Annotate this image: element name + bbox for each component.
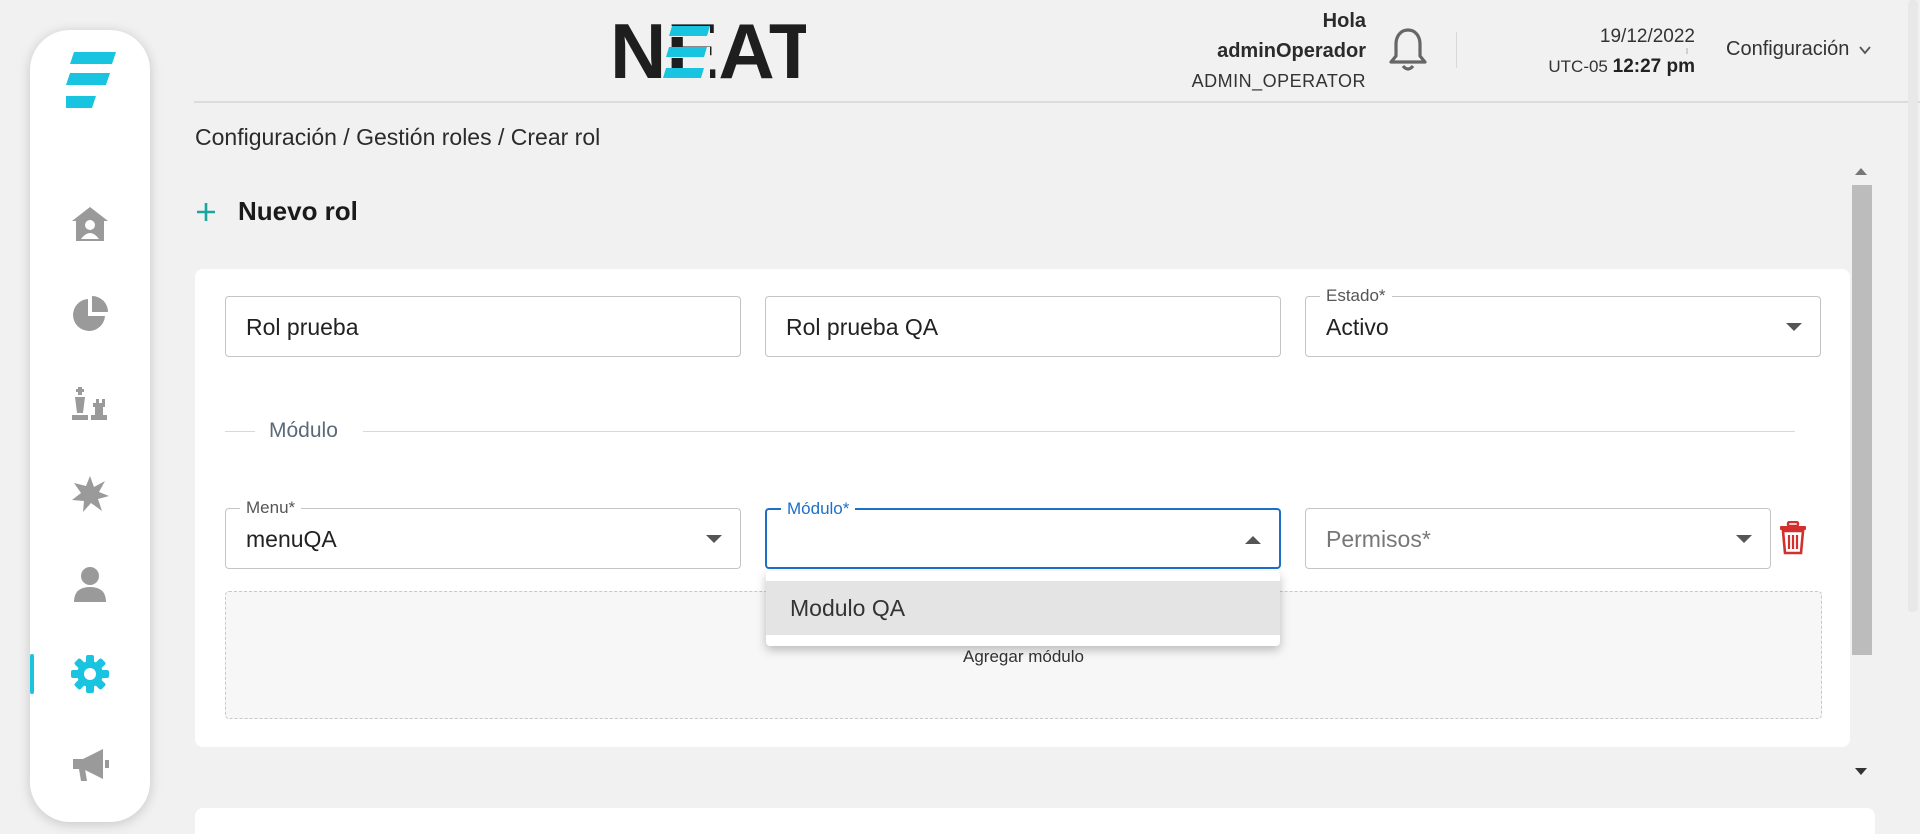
add-module-label: Agregar módulo: [963, 647, 1084, 666]
sidebar-item-campaigns[interactable]: [30, 734, 150, 794]
timezone: UTC-05: [1548, 57, 1608, 76]
permisos-select[interactable]: Permisos*: [1305, 508, 1771, 569]
scroll-down-arrow-icon[interactable]: [1855, 768, 1867, 775]
burst-icon: [72, 476, 109, 512]
section-divider-right: [363, 431, 1795, 432]
section-label-modulo: Módulo: [269, 419, 338, 442]
username: adminOperador: [1217, 40, 1366, 62]
user-greeting: Hola adminOperador ADMIN_OPERATOR: [1192, 6, 1366, 96]
estado-label: Estado*: [1320, 286, 1392, 306]
megaphone-icon: [73, 749, 109, 781]
current-time: 12:27 pm: [1612, 56, 1695, 77]
top-header: NEAT Hola adminOperador ADMIN_OPERATOR 1…: [194, 0, 1920, 103]
brand-logo: NEAT: [610, 16, 806, 86]
section-divider-left: [225, 431, 255, 432]
estado-value: Activo: [1326, 314, 1389, 340]
sidebar-item-strategy[interactable]: [30, 374, 150, 434]
modulo-label: Módulo*: [781, 499, 856, 519]
plus-icon: [197, 202, 215, 221]
home-user-icon: [72, 207, 108, 241]
chevron-down-icon: [1859, 45, 1872, 54]
menu-label: Menu*: [240, 498, 302, 518]
bell-icon[interactable]: [1386, 26, 1430, 74]
greeting-text: Hola: [1322, 10, 1366, 32]
breadcrumb: Configuración / Gestión roles / Crear ro…: [195, 124, 601, 150]
user-icon: [74, 567, 106, 602]
content-scrollbar-thumb[interactable]: [1852, 185, 1872, 655]
caret-down-icon: [1786, 323, 1802, 331]
caret-up-icon: [1245, 536, 1261, 544]
active-indicator: [30, 654, 34, 694]
page-heading: Nuevo rol: [194, 196, 358, 227]
role-description-value: Rol prueba QA: [786, 314, 939, 340]
gear-icon: [71, 655, 109, 693]
permisos-placeholder: Permisos*: [1326, 526, 1431, 552]
caret-down-icon: [706, 535, 722, 543]
caret-down-icon: [1736, 535, 1752, 543]
sidebar-item-users[interactable]: [30, 554, 150, 614]
config-menu-button[interactable]: Configuración: [1726, 38, 1873, 61]
sidebar: [30, 30, 150, 822]
pie-chart-icon: [73, 296, 108, 331]
header-separator: [1686, 48, 1688, 54]
chess-pieces-icon: [72, 387, 107, 420]
sidebar-item-alerts[interactable]: [30, 464, 150, 524]
secondary-card: [195, 808, 1875, 834]
user-role: ADMIN_OPERATOR: [1191, 71, 1366, 91]
role-name-value: Rol prueba: [246, 314, 359, 340]
role-description-field[interactable]: Rol prueba QA: [765, 296, 1281, 357]
page-title: Nuevo rol: [238, 196, 358, 226]
menu-value: menuQA: [246, 526, 337, 552]
config-menu-label: Configuración: [1726, 38, 1850, 60]
header-divider: [1456, 32, 1457, 68]
delete-trash-icon[interactable]: [1778, 521, 1808, 555]
sidebar-item-home[interactable]: [30, 194, 150, 254]
modulo-select[interactable]: Módulo*: [765, 499, 1281, 569]
sidebar-item-reports[interactable]: [30, 284, 150, 344]
current-date: 19/12/2022: [1599, 26, 1695, 47]
date-time: 19/12/2022 UTC-05 12:27 pm: [1548, 22, 1695, 82]
sidebar-item-settings[interactable]: [30, 644, 150, 704]
neat-logo-icon[interactable]: [66, 52, 116, 122]
scroll-up-arrow-icon[interactable]: [1855, 168, 1867, 175]
modulo-dropdown-menu: Modulo QA: [766, 571, 1280, 646]
dropdown-option-modulo-qa[interactable]: Modulo QA: [766, 581, 1280, 635]
estado-select[interactable]: Estado* Activo: [1305, 286, 1821, 357]
role-form-card: Rol prueba Rol prueba QA Estado* Activo …: [195, 269, 1850, 747]
menu-select[interactable]: Menu* menuQA: [225, 498, 741, 569]
role-name-field[interactable]: Rol prueba: [225, 296, 741, 357]
page-scrollbar-thumb[interactable]: [1908, 0, 1918, 612]
